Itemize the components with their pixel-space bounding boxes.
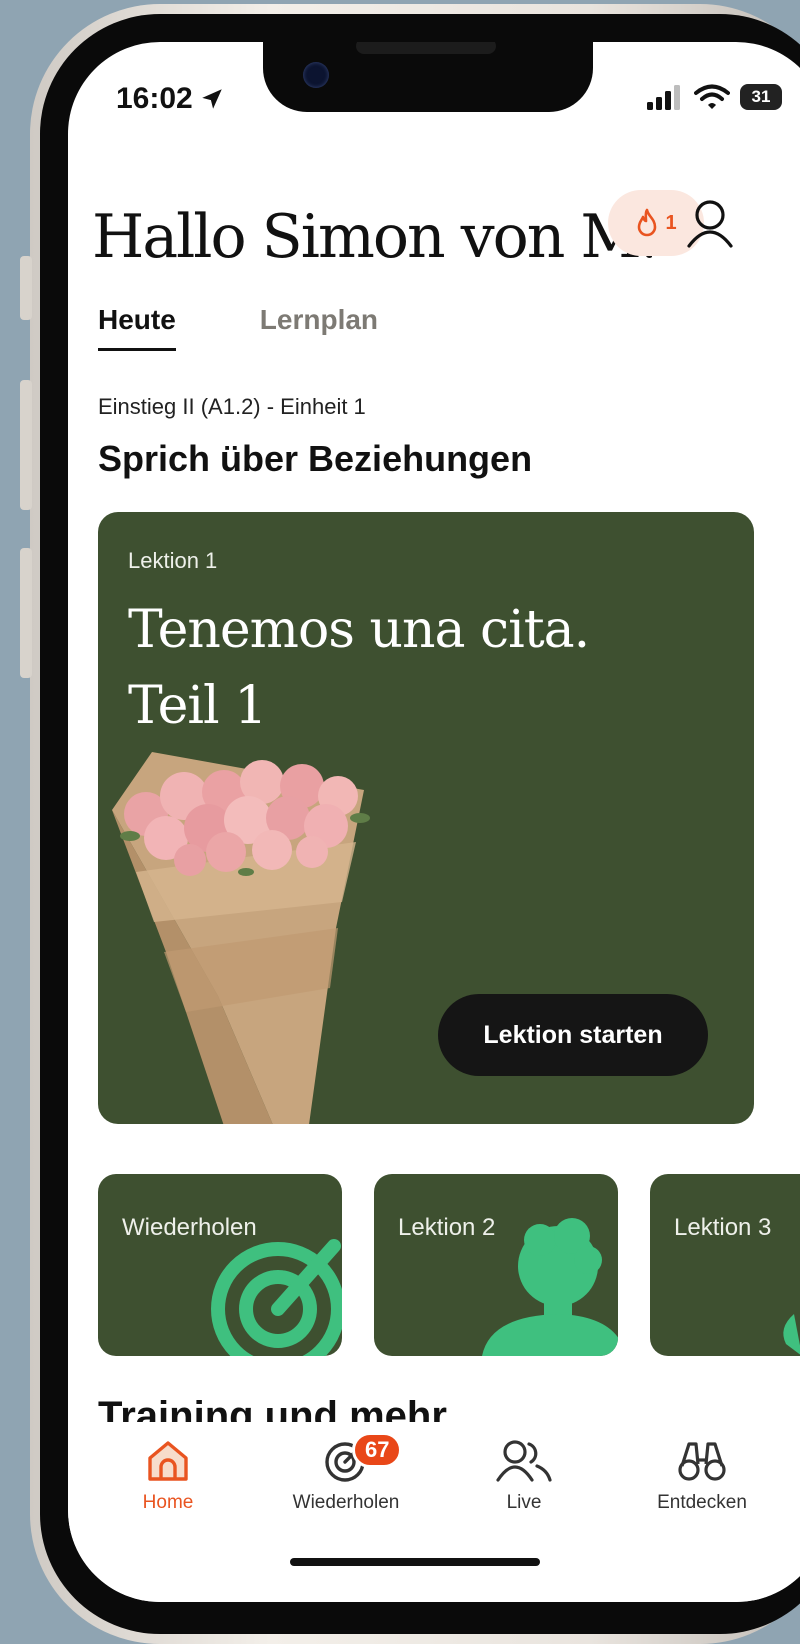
section-heading-peek: Training und mehr bbox=[98, 1394, 447, 1424]
cellular-signal-icon bbox=[647, 85, 680, 110]
tab-bar-top: Heute Lernplan bbox=[98, 304, 378, 351]
app-screen: 16:02 31 Hallo Simon von M... 1 Heute Le… bbox=[68, 42, 800, 1602]
lesson-2-card[interactable]: Lektion 2 bbox=[374, 1174, 618, 1356]
volume-down-button bbox=[20, 548, 32, 678]
target-icon bbox=[211, 1239, 342, 1356]
front-camera bbox=[303, 62, 329, 88]
hero-lesson-label: Lektion 1 bbox=[128, 548, 218, 573]
flower-bouquet-image bbox=[112, 752, 370, 1124]
hero-title: Tenemos una cita. Teil 1 bbox=[128, 592, 728, 744]
battery-indicator: 31 bbox=[740, 84, 782, 110]
battery-level: 31 bbox=[751, 87, 771, 106]
person-silhouette-image bbox=[482, 1218, 618, 1356]
wifi-icon bbox=[694, 84, 730, 109]
unit-title: Sprich über Beziehungen bbox=[98, 438, 533, 479]
flame-icon bbox=[638, 208, 657, 237]
nav-review[interactable]: 67 Wiederholen bbox=[266, 1432, 426, 1514]
nav-live-label: Live bbox=[506, 1492, 542, 1513]
streak-count: 1 bbox=[665, 211, 677, 234]
location-arrow-icon bbox=[201, 89, 222, 109]
hero-title-line1: Tenemos una cita. bbox=[128, 600, 590, 660]
hero-title-line2: Teil 1 bbox=[128, 676, 267, 736]
nav-discover-label: Entdecken bbox=[657, 1492, 747, 1513]
bottom-navigation: Home 67 Wiederholen Live Entdecken bbox=[68, 1422, 800, 1602]
status-time-text: 16:02 bbox=[116, 82, 193, 115]
earpiece-speaker bbox=[356, 42, 496, 54]
lesson-hero-card[interactable]: Lektion 1 Tenemos una cita. Teil 1 Lekti… bbox=[98, 512, 754, 1124]
review-badge: 67 bbox=[352, 1432, 403, 1468]
start-lesson-button[interactable]: Lektion starten bbox=[438, 994, 708, 1076]
tab-lernplan[interactable]: Lernplan bbox=[260, 304, 378, 351]
lesson-3-label: Lektion 3 bbox=[674, 1214, 772, 1241]
lesson-3-image bbox=[783, 1314, 800, 1355]
people-icon bbox=[496, 1440, 552, 1482]
review-card[interactable]: Wiederholen bbox=[98, 1174, 342, 1356]
lesson-2-label: Lektion 2 bbox=[398, 1214, 496, 1241]
nav-discover[interactable]: Entdecken bbox=[622, 1438, 782, 1514]
home-indicator[interactable] bbox=[290, 1558, 540, 1566]
volume-up-button bbox=[20, 380, 32, 510]
status-time: 16:02 bbox=[116, 82, 225, 116]
tab-heute[interactable]: Heute bbox=[98, 304, 176, 351]
nav-home-label: Home bbox=[142, 1492, 194, 1513]
binoculars-icon bbox=[678, 1442, 726, 1481]
nav-home[interactable]: Home bbox=[88, 1438, 248, 1514]
review-card-label: Wiederholen bbox=[122, 1214, 257, 1241]
unit-label: Einstieg II (A1.2) - Einheit 1 bbox=[98, 394, 366, 419]
nav-review-label: Wiederholen bbox=[292, 1492, 400, 1513]
lesson-3-card[interactable]: Lektion 3 bbox=[650, 1174, 800, 1356]
status-icons: 31 bbox=[646, 84, 782, 110]
greeting-title: Hallo Simon von M... bbox=[92, 202, 652, 272]
profile-icon[interactable] bbox=[686, 198, 734, 250]
home-icon bbox=[148, 1441, 188, 1481]
mute-switch bbox=[20, 256, 32, 320]
nav-live[interactable]: Live bbox=[444, 1438, 604, 1514]
